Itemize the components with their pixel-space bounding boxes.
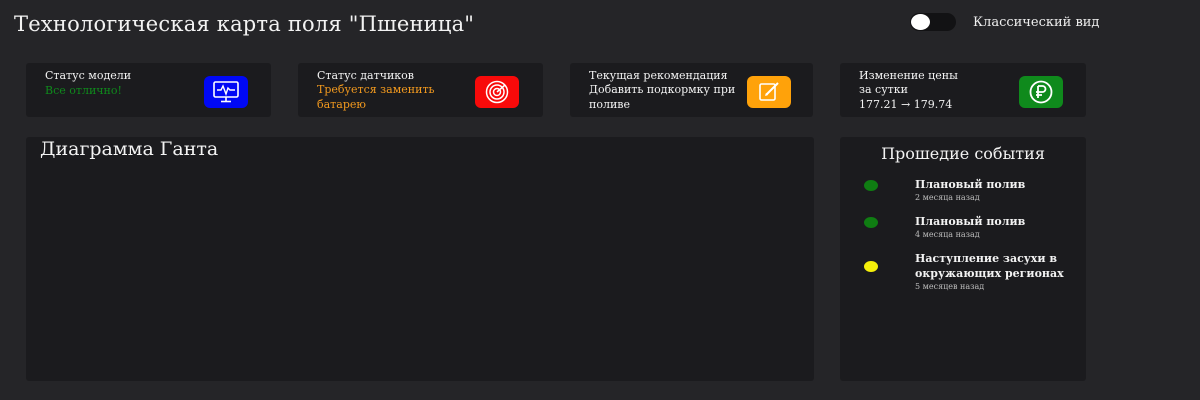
card-value: Требуется заменить батарею — [317, 83, 435, 111]
monitor-icon — [204, 76, 248, 108]
events-title: Прошедие события — [881, 144, 1045, 163]
target-icon — [475, 76, 519, 108]
card-title: Статус датчиков — [317, 69, 414, 82]
card-value: Добавить подкормку при поливе — [589, 83, 736, 111]
events-panel: Прошедие события Плановый полив 2 месяца… — [840, 137, 1086, 381]
event-time: 2 месяца назад — [915, 193, 980, 202]
event-status-dot — [864, 180, 878, 191]
event-title: Плановый полив — [915, 178, 1026, 191]
ruble-icon — [1019, 76, 1063, 108]
toggle-label: Классический вид — [973, 14, 1100, 30]
event-time: 4 месяца назад — [915, 230, 980, 239]
card-title: Изменение цены за сутки — [859, 69, 958, 96]
card-model-status: Статус модели Все отлично! — [26, 63, 271, 117]
event-status-dot — [864, 217, 878, 228]
event-title: Наступление засухи в окружающих регионах — [915, 252, 1064, 280]
card-title: Статус модели — [45, 69, 132, 82]
card-price-change: Изменение цены за сутки 177.21 → 179.74 — [840, 63, 1086, 117]
event-title: Плановый полив — [915, 215, 1026, 228]
card-title: Текущая рекомендация — [589, 69, 728, 82]
event-status-dot — [864, 261, 878, 272]
card-value: 177.21 → 179.74 — [859, 98, 953, 111]
gantt-title: Диаграмма Ганта — [40, 138, 219, 160]
card-value: Все отлично! — [45, 84, 122, 97]
view-toggle-group: Классический вид — [910, 13, 1099, 31]
event-time: 5 месяцев назад — [915, 282, 985, 291]
classic-view-toggle[interactable] — [910, 13, 956, 31]
page-title: Технологическая карта поля "Пшеница" — [14, 12, 475, 36]
gantt-panel: Диаграмма Ганта — [26, 137, 814, 381]
toggle-knob[interactable] — [911, 14, 930, 30]
card-recommendation: Текущая рекомендация Добавить подкормку … — [570, 63, 813, 117]
edit-icon — [747, 76, 791, 108]
card-sensor-status: Статус датчиков Требуется заменить батар… — [298, 63, 543, 117]
